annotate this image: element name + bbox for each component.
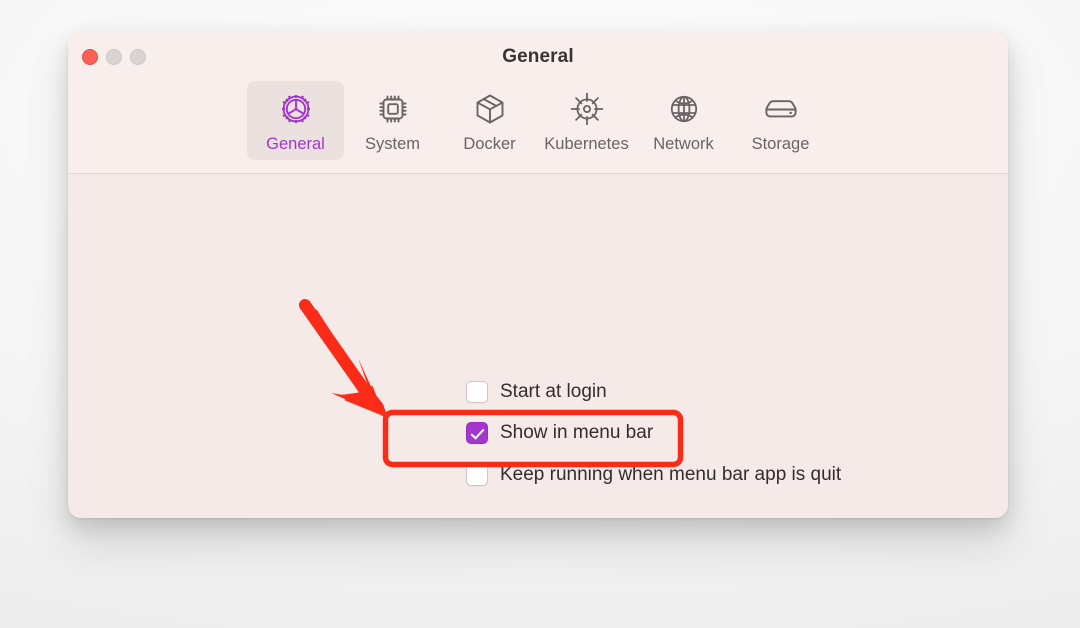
checkbox-row-keep-running[interactable]: Keep running when menu bar app is quit: [466, 464, 841, 486]
keep-running-checkbox[interactable]: [466, 464, 488, 486]
general-settings-pane: Start at login Show in menu bar Keep run…: [68, 174, 1008, 518]
preferences-toolbar: General System Docker Kubernetes Network…: [68, 81, 1008, 160]
helm-wheel-icon: [567, 87, 607, 131]
tab-kubernetes-label: Kubernetes: [544, 135, 629, 153]
tab-network-label: Network: [653, 135, 714, 153]
start-at-login-label: Start at login: [500, 381, 607, 402]
hard-drive-icon: [761, 87, 801, 131]
checkbox-row-start-at-login[interactable]: Start at login: [466, 381, 607, 403]
tab-system[interactable]: System: [344, 81, 441, 160]
tab-system-label: System: [364, 135, 420, 153]
page-title: General: [502, 46, 574, 67]
tab-kubernetes[interactable]: Kubernetes: [538, 81, 635, 160]
globe-icon: [664, 87, 704, 131]
tab-general[interactable]: General: [247, 81, 344, 160]
box-3d-icon: [470, 87, 510, 131]
tab-docker[interactable]: Docker: [441, 81, 538, 160]
keep-running-label: Keep running when menu bar app is quit: [500, 464, 842, 485]
tab-docker-label: Docker: [463, 135, 516, 153]
tab-network[interactable]: Network: [635, 81, 732, 160]
preferences-window: General General System Docker Kubernetes…: [68, 31, 1008, 518]
tab-storage-label: Storage: [751, 135, 810, 153]
show-in-menu-bar-checkbox[interactable]: [466, 422, 488, 444]
tab-general-label: General: [266, 135, 325, 153]
cpu-chip-icon: [373, 87, 413, 131]
start-at-login-checkbox[interactable]: [466, 381, 488, 403]
show-in-menu-bar-label: Show in menu bar: [500, 422, 654, 443]
tab-storage[interactable]: Storage: [732, 81, 829, 160]
checkbox-row-show-in-menu-bar[interactable]: Show in menu bar: [466, 422, 653, 444]
gauge-gear-icon: [276, 87, 316, 131]
window-titlebar: General General System Docker Kubernetes…: [68, 31, 1008, 174]
